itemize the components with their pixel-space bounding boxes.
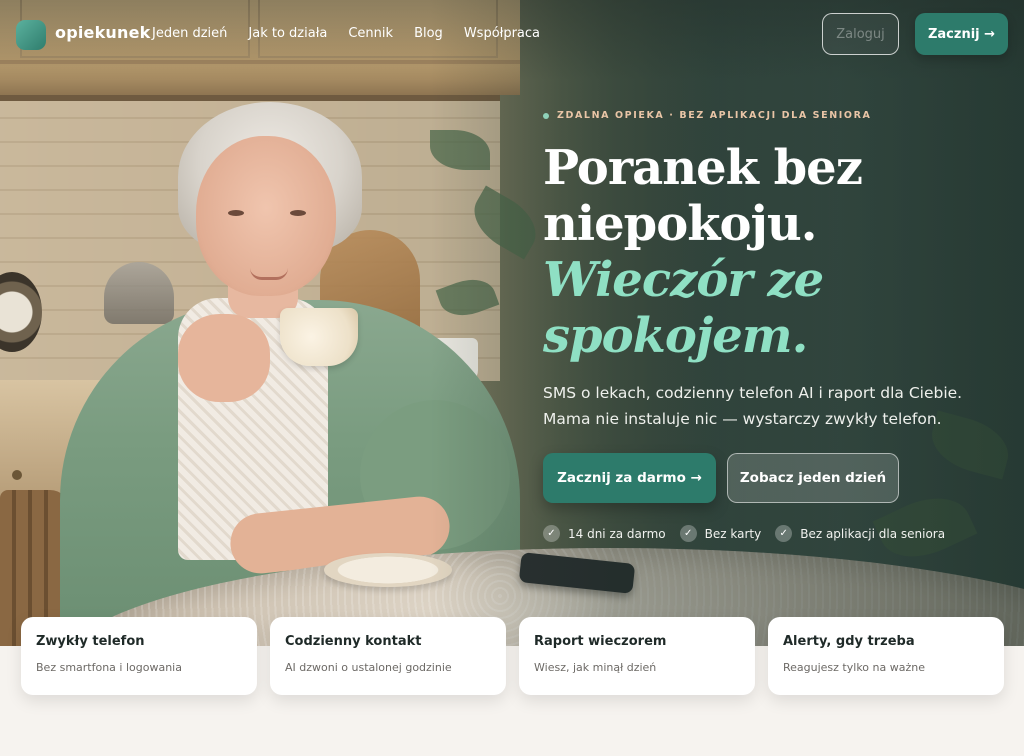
- headline-line-1: Poranek bez: [543, 140, 863, 196]
- check-icon: ✓: [543, 525, 560, 542]
- nav-link-jak-to-dziala[interactable]: Jak to działa: [248, 26, 327, 41]
- benefit-item: ✓ Bez karty: [679, 525, 762, 542]
- nav-links: Jeden dzień Jak to działa Cennik Blog Ws…: [152, 26, 540, 41]
- feature-card: Raport wieczorem Wiesz, jak minął dzień: [519, 617, 755, 695]
- eyebrow-text: Zdalna opieka · bez aplikacji dla senior…: [557, 110, 872, 121]
- benefit-label: Bez aplikacji dla seniora: [800, 526, 946, 541]
- nav-link-cennik[interactable]: Cennik: [348, 26, 393, 41]
- feature-description: Reagujesz tylko na ważne: [783, 661, 925, 674]
- feature-title: Codzienny kontakt: [285, 634, 422, 649]
- check-icon: ✓: [775, 525, 793, 542]
- feature-title: Raport wieczorem: [534, 634, 667, 649]
- nav-link-jeden-dzien[interactable]: Jeden dzień: [152, 26, 227, 41]
- feature-card: Zwykły telefon Bez smartfona i logowania: [21, 617, 257, 695]
- check-icon: ✓: [679, 525, 697, 542]
- feature-card: Alerty, gdy trzeba Reagujesz tylko na wa…: [768, 617, 1004, 695]
- hero-eyebrow: Zdalna opieka · bez aplikacji dla senior…: [543, 110, 871, 121]
- benefit-label: 14 dni za darmo: [568, 526, 666, 541]
- eyebrow-dot-icon: [543, 112, 549, 119]
- feature-card: Codzienny kontakt AI dzwoni o ustalonej …: [270, 617, 506, 695]
- nav-link-blog[interactable]: Blog: [414, 26, 443, 41]
- brand-name[interactable]: opiekunek: [55, 23, 151, 42]
- start-button[interactable]: Zacznij →: [915, 13, 1008, 55]
- top-nav: opiekunek Jeden dzień Jak to działa Cenn…: [0, 0, 1024, 68]
- hero-headline: Poranek bez niepokoju. Wieczór ze spokoj…: [543, 140, 1013, 364]
- headline-accent-2: spokojem.: [543, 308, 808, 364]
- start-free-button[interactable]: Zacznij za darmo →: [543, 453, 716, 503]
- headline-accent-1: Wieczór ze: [543, 252, 824, 308]
- feature-title: Alerty, gdy trzeba: [783, 634, 915, 649]
- headline-line-2: niepokoju.: [543, 196, 818, 252]
- benefit-checks: ✓ 14 dni za darmo ✓ Bez karty ✓ Bez apli…: [543, 525, 945, 542]
- logo-icon[interactable]: [16, 20, 46, 50]
- feature-cards: Zwykły telefon Bez smartfona i logowania…: [21, 617, 1004, 695]
- description-line-2: Mama nie instaluje nic — wystarczy zwykł…: [543, 410, 942, 428]
- benefit-label: Bez karty: [704, 526, 762, 541]
- feature-description: AI dzwoni o ustalonej godzinie: [285, 661, 452, 674]
- benefit-item: ✓ 14 dni za darmo: [543, 525, 666, 542]
- benefit-item: ✓ Bez aplikacji dla seniora: [775, 525, 945, 542]
- description-line-1: SMS o lekach, codzienny telefon AI i rap…: [543, 384, 963, 402]
- feature-title: Zwykły telefon: [36, 634, 145, 649]
- feature-description: Bez smartfona i logowania: [36, 661, 182, 674]
- hero-description: SMS o lekach, codzienny telefon AI i rap…: [543, 380, 1003, 432]
- feature-description: Wiesz, jak minął dzień: [534, 661, 657, 674]
- login-button[interactable]: Zaloguj: [822, 13, 899, 55]
- see-one-day-button[interactable]: Zobacz jeden dzień: [727, 453, 899, 503]
- nav-link-wspolpraca[interactable]: Współpraca: [464, 26, 540, 41]
